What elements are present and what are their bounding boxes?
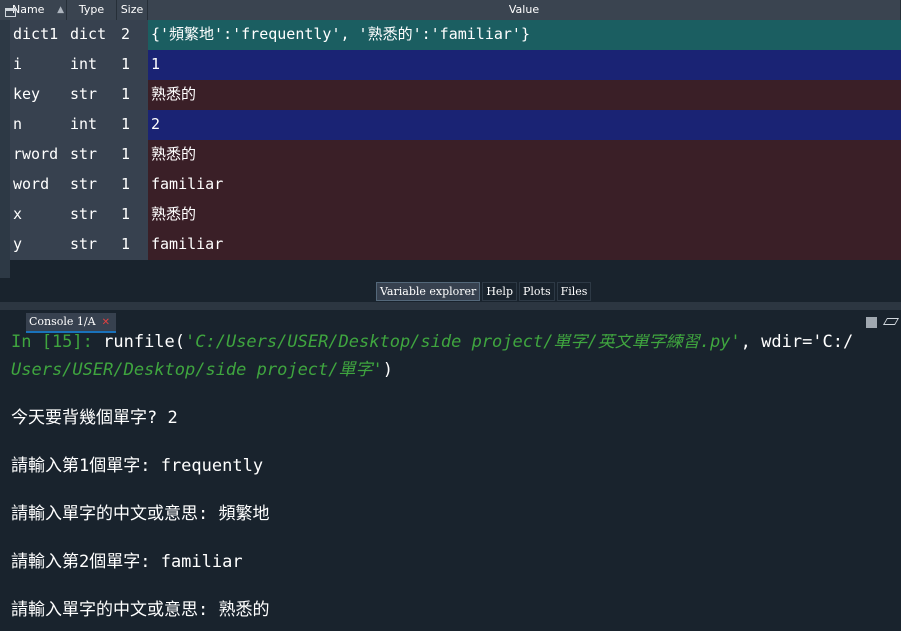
variable-value-cell[interactable]: familiar — [148, 170, 901, 200]
variable-value-cell[interactable]: 2 — [148, 110, 901, 140]
variable-name-cell[interactable]: rword — [10, 140, 67, 170]
close-icon[interactable]: ✕ — [102, 317, 110, 328]
variable-type-cell[interactable]: str — [67, 170, 117, 200]
variable-size-cell[interactable]: 1 — [117, 80, 148, 110]
console-tab-bar — [0, 310, 901, 335]
variable-size-cell[interactable]: 1 — [117, 230, 148, 260]
variable-table: dict1 dict 2 {'頻繁地':'frequently', '熟悉的':'fa… — [10, 20, 901, 260]
variable-type-cell[interactable]: dict — [67, 20, 117, 50]
console-output[interactable]: In [15]: runfile('C:/Users/USER/Desktop/… — [0, 334, 901, 631]
console-run-line: In [15]: runfile('C:/Users/USER/Desktop/… — [11, 334, 853, 352]
pane-splitter[interactable] — [0, 302, 901, 310]
table-row[interactable]: dict1 dict 2 {'頻繁地':'frequently', '熟悉的':'fa… — [10, 20, 901, 50]
console-wdir-path: Users/USER/Desktop/side project/單字' — [11, 360, 383, 380]
console-path: 'C:/Users/USER/Desktop/side project/單字/英… — [185, 334, 741, 352]
table-row[interactable]: key str 1 熟悉的 — [10, 80, 901, 110]
pane-tabs: Variable explorer Help Plots Files — [376, 282, 592, 301]
console-tab-label: Console 1/A — [29, 315, 96, 328]
console-call: runfile( — [103, 334, 186, 352]
table-row[interactable]: i int 1 1 — [10, 50, 901, 80]
console-output-line: 請輸入第1個單字: frequently — [11, 456, 264, 476]
variable-size-cell[interactable]: 1 — [117, 170, 148, 200]
sort-up-icon[interactable]: ▲ — [57, 0, 64, 20]
variable-value-cell[interactable]: 熟悉的 — [148, 140, 901, 170]
column-header-type-label: Type — [78, 3, 105, 16]
console-output-line: 請輸入第2個單字: familiar — [11, 552, 243, 572]
variable-size-cell[interactable]: 1 — [117, 200, 148, 230]
window-icon[interactable] — [5, 8, 16, 17]
variable-type-cell[interactable]: str — [67, 230, 117, 260]
console-output-line: 今天要背幾個單字? 2 — [11, 408, 178, 428]
variable-name-cell[interactable]: dict1 — [10, 20, 67, 50]
tab-plots[interactable]: Plots — [519, 282, 555, 301]
variable-name-cell[interactable]: n — [10, 110, 67, 140]
variable-value-cell[interactable]: 1 — [148, 50, 901, 80]
variable-name-cell[interactable]: key — [10, 80, 67, 110]
table-row[interactable]: n int 1 2 — [10, 110, 901, 140]
variable-name-cell[interactable]: word — [10, 170, 67, 200]
variable-type-cell[interactable]: int — [67, 50, 117, 80]
tab-console[interactable]: Console 1/A ✕ — [26, 313, 116, 333]
variable-type-cell[interactable]: int — [67, 110, 117, 140]
stop-icon[interactable] — [866, 317, 877, 328]
variable-type-cell[interactable]: str — [67, 200, 117, 230]
variable-size-cell[interactable]: 1 — [117, 110, 148, 140]
column-header-type[interactable]: Type — [67, 0, 117, 20]
console-wdir-label: , wdir='C:/ — [740, 334, 854, 352]
console-run-line-2: Users/USER/Desktop/side project/單字') — [11, 355, 393, 380]
column-header-name-label: Name — [12, 3, 45, 16]
column-header-value-label: Value — [508, 3, 540, 16]
table-row[interactable]: x str 1 熟悉的 — [10, 200, 901, 230]
variable-name-cell[interactable]: i — [10, 50, 67, 80]
row-gutter — [0, 20, 10, 278]
variable-value-cell[interactable]: 熟悉的 — [148, 80, 901, 110]
console-call-end: ) — [382, 360, 394, 380]
variable-explorer-pane: Name ▲ Type Size Value dict1 dict 2 {'頻繁地':… — [0, 0, 901, 282]
variable-size-cell[interactable]: 1 — [117, 140, 148, 170]
console-output-line: 請輸入單字的中文或意思: 熟悉的 — [11, 600, 270, 620]
variable-size-cell[interactable]: 2 — [117, 20, 148, 50]
console-output-line: 請輸入單字的中文或意思: 頻繁地 — [11, 504, 270, 524]
table-row[interactable]: y str 1 familiar — [10, 230, 901, 260]
variable-name-cell[interactable]: x — [10, 200, 67, 230]
variable-size-cell[interactable]: 1 — [117, 50, 148, 80]
table-row[interactable]: word str 1 familiar — [10, 170, 901, 200]
column-header-size-label: Size — [120, 3, 144, 16]
column-header-size[interactable]: Size — [117, 0, 148, 20]
variable-name-cell[interactable]: y — [10, 230, 67, 260]
tab-variable-explorer[interactable]: Variable explorer — [376, 282, 481, 301]
console-prompt: In [15]: — [11, 334, 104, 352]
tab-files[interactable]: Files — [556, 282, 592, 301]
variable-type-cell[interactable]: str — [67, 140, 117, 170]
variable-value-cell[interactable]: {'頻繁地':'frequently', '熟悉的':'familiar'} — [148, 20, 901, 50]
column-header-value[interactable]: Value — [148, 0, 901, 20]
variable-value-cell[interactable]: 熟悉的 — [148, 200, 901, 230]
tab-help[interactable]: Help — [482, 282, 517, 301]
table-header: Name ▲ Type Size Value — [0, 0, 901, 20]
table-row[interactable]: rword str 1 熟悉的 — [10, 140, 901, 170]
variable-value-cell[interactable]: familiar — [148, 230, 901, 260]
variable-type-cell[interactable]: str — [67, 80, 117, 110]
